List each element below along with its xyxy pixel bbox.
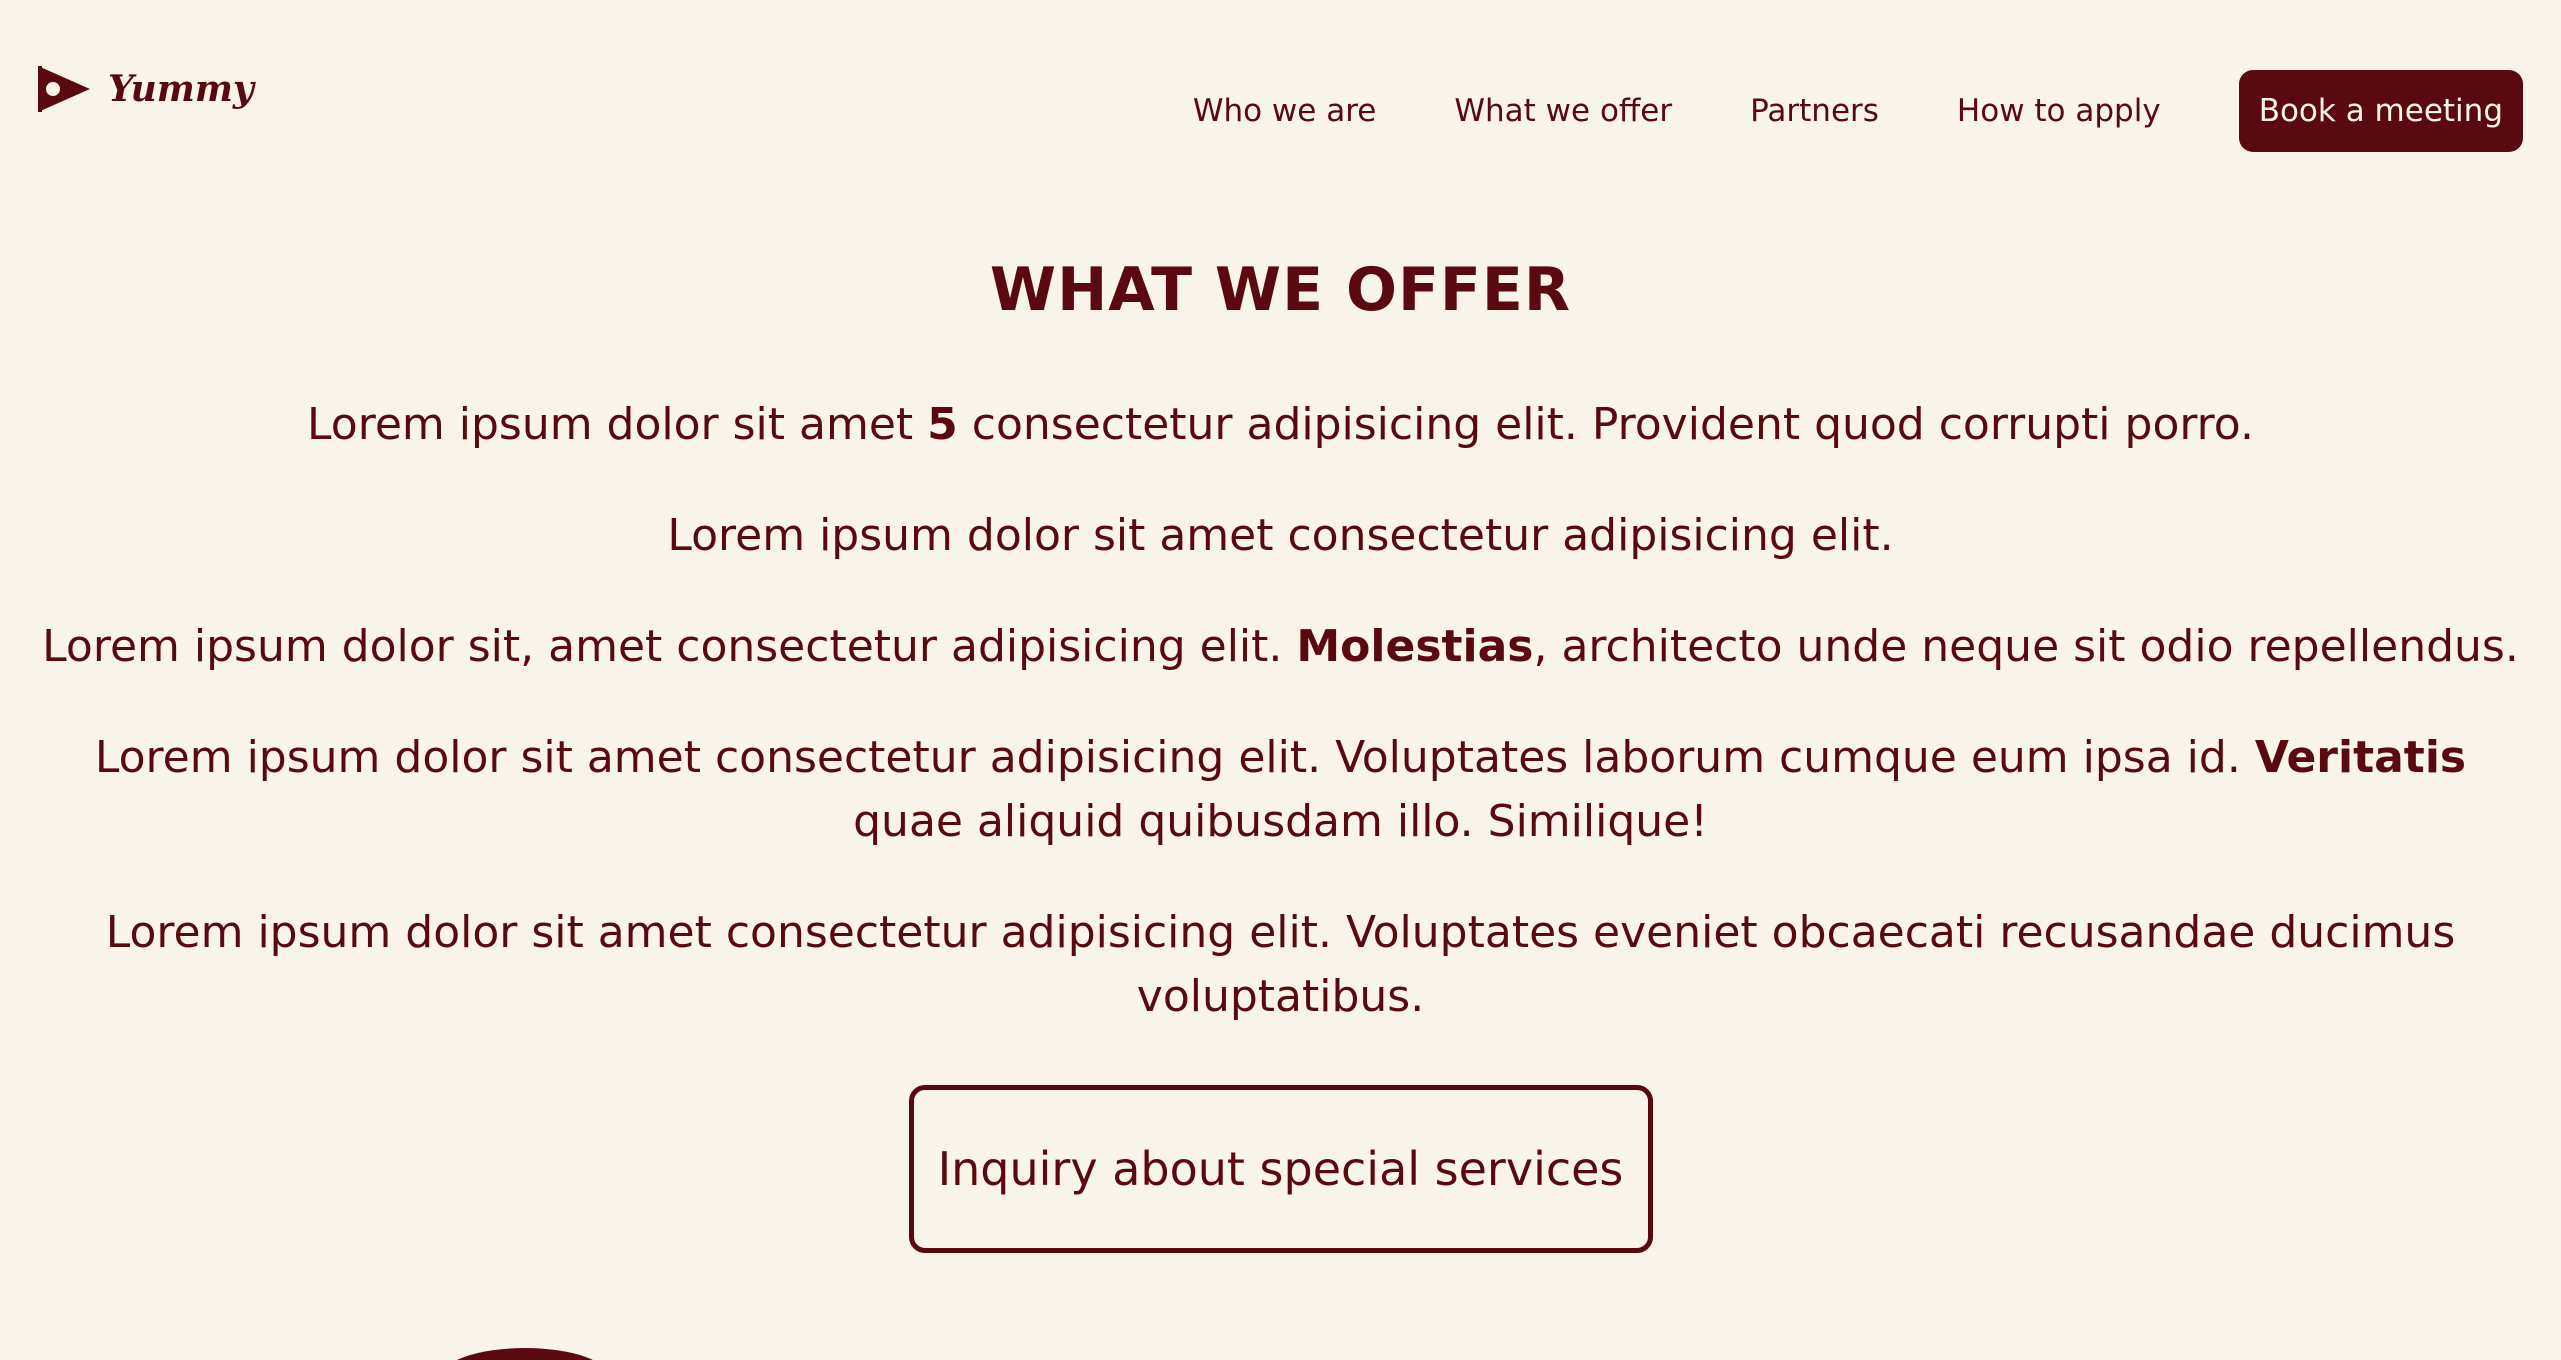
flag-pennant-icon bbox=[38, 66, 90, 112]
paragraph-text: Lorem ipsum dolor sit, amet consectetur … bbox=[42, 621, 1297, 672]
inquiry-special-services-button[interactable]: Inquiry about special services bbox=[908, 1085, 1653, 1253]
section-title: WHAT WE OFFER bbox=[989, 255, 1572, 325]
site-header: Yummy Who we are What we offer Partners … bbox=[0, 0, 2561, 190]
brand-logo-link[interactable]: Yummy bbox=[38, 66, 254, 112]
paragraph-text: consectetur adipisicing elit. Provident … bbox=[957, 399, 2254, 450]
nav-item-who-we-are[interactable]: Who we are bbox=[1193, 70, 1377, 152]
paragraph-text: Lorem ipsum dolor sit amet bbox=[307, 399, 928, 450]
paragraph-text: Lorem ipsum dolor sit amet consectetur a… bbox=[667, 510, 1894, 561]
book-meeting-button[interactable]: Book a meeting bbox=[2238, 70, 2523, 152]
main-nav: Who we are What we offer Partners How to… bbox=[1193, 70, 2523, 152]
offer-paragraph-5: Lorem ipsum dolor sit amet consectetur a… bbox=[41, 901, 2521, 1029]
offer-paragraph-4: Lorem ipsum dolor sit amet consectetur a… bbox=[41, 726, 2521, 854]
brand-name: Yummy bbox=[108, 68, 254, 110]
paragraph-text: quae aliquid quibusdam illo. Similique! bbox=[853, 796, 1708, 847]
decorative-shape bbox=[440, 1348, 610, 1360]
nav-item-partners[interactable]: Partners bbox=[1750, 70, 1879, 152]
nav-item-what-we-offer[interactable]: What we offer bbox=[1454, 70, 1672, 152]
paragraph-highlight: Veritatis bbox=[2254, 732, 2467, 783]
offer-paragraph-1: Lorem ipsum dolor sit amet 5 consectetur… bbox=[41, 393, 2521, 457]
paragraph-text: Lorem ipsum dolor sit amet consectetur a… bbox=[105, 907, 2456, 1022]
page: Yummy Who we are What we offer Partners … bbox=[0, 0, 2561, 1360]
nav-item-how-to-apply[interactable]: How to apply bbox=[1957, 70, 2161, 152]
what-we-offer-section: WHAT WE OFFER Lorem ipsum dolor sit amet… bbox=[0, 245, 2561, 1253]
paragraph-text: Lorem ipsum dolor sit amet consectetur a… bbox=[94, 732, 2255, 783]
paragraph-highlight: 5 bbox=[927, 399, 958, 450]
offer-paragraph-3: Lorem ipsum dolor sit, amet consectetur … bbox=[41, 615, 2521, 679]
paragraph-text: , architecto unde neque sit odio repelle… bbox=[1533, 621, 2519, 672]
offer-paragraph-2: Lorem ipsum dolor sit amet consectetur a… bbox=[41, 504, 2521, 568]
paragraph-highlight: Molestias bbox=[1296, 621, 1534, 672]
